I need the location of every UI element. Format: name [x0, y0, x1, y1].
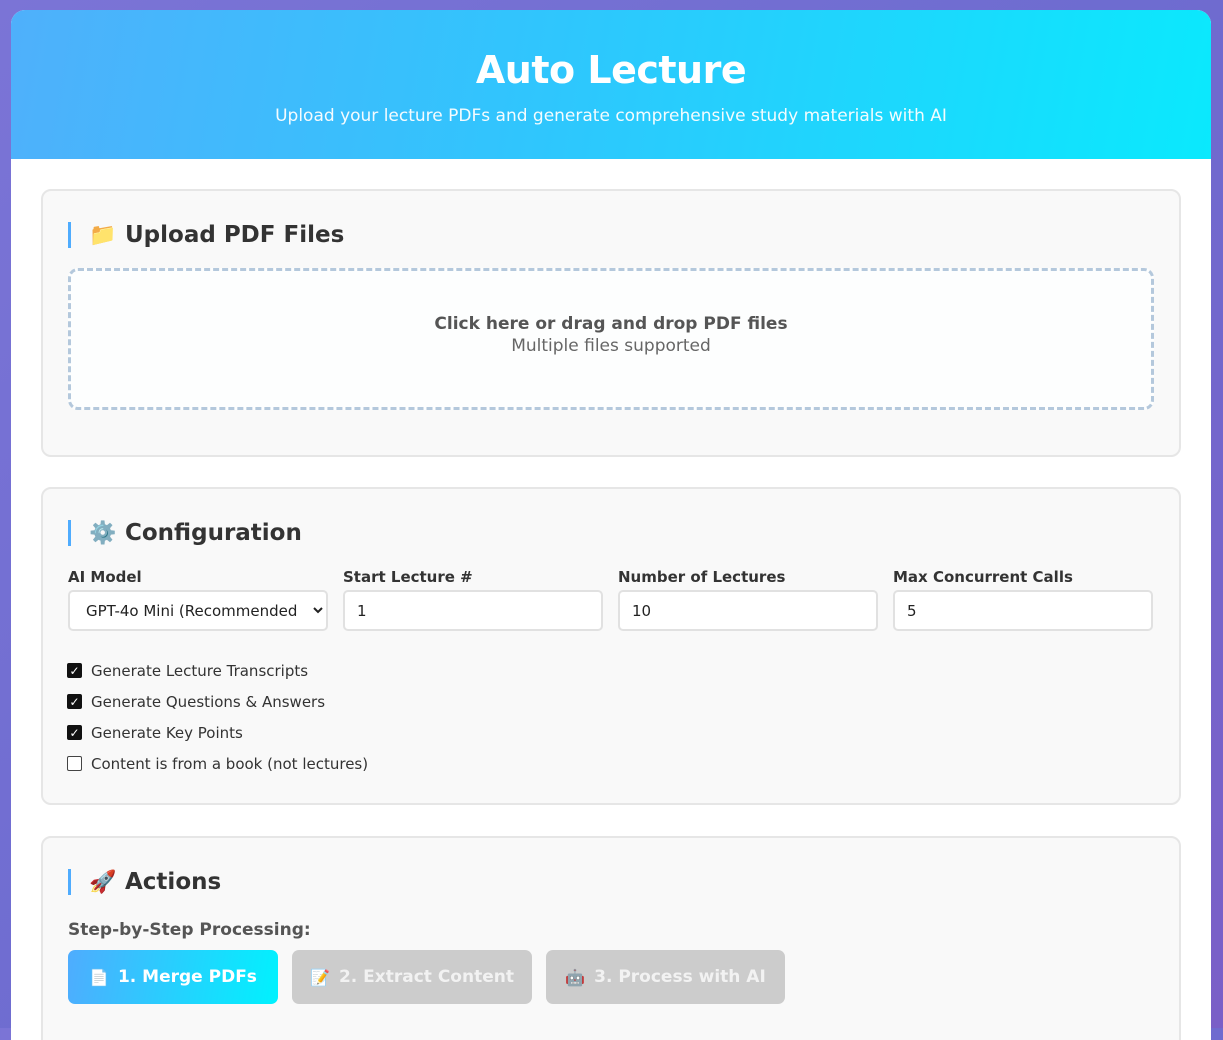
app-container: Auto Lecture Upload your lecture PDFs an…: [11, 10, 1211, 1040]
upload-section: 📁 Upload PDF Files Click here or drag an…: [41, 189, 1181, 457]
start-lecture-field: Start Lecture #: [343, 568, 603, 631]
configuration-section-title: ⚙️ Configuration: [68, 520, 302, 546]
checkbox-key-points-label: Generate Key Points: [91, 723, 243, 742]
num-lectures-input[interactable]: [618, 590, 878, 631]
max-calls-label: Max Concurrent Calls: [893, 568, 1073, 586]
configuration-heading: Configuration: [125, 520, 302, 546]
extract-content-button[interactable]: 📝 2. Extract Content: [292, 950, 532, 1004]
actions-section: 🚀 Actions Step-by-Step Processing: 📄 1. …: [41, 836, 1181, 1040]
checkbox-transcripts[interactable]: Generate Lecture Transcripts: [67, 655, 368, 686]
max-calls-field: Max Concurrent Calls: [893, 568, 1153, 631]
folder-icon: 📁: [89, 222, 117, 248]
ai-model-label: AI Model: [68, 568, 142, 586]
options-checklist: Generate Lecture Transcripts Generate Qu…: [67, 655, 368, 779]
document-icon: 📄: [89, 967, 109, 987]
page-header: Auto Lecture Upload your lecture PDFs an…: [11, 10, 1211, 159]
upload-heading: Upload PDF Files: [125, 222, 345, 248]
step-processing-label: Step-by-Step Processing:: [68, 920, 311, 940]
rocket-icon: 🚀: [89, 869, 117, 895]
page-title: Auto Lecture: [475, 48, 747, 92]
ai-model-field: AI Model GPT-4o Mini (Recommended): [68, 568, 328, 631]
checkbox-book-content-label: Content is from a book (not lectures): [91, 754, 369, 773]
configuration-section: ⚙️ Configuration AI Model GPT-4o Mini (R…: [41, 487, 1181, 805]
checkbox-key-points-box[interactable]: [67, 725, 82, 740]
checkbox-transcripts-label: Generate Lecture Transcripts: [91, 661, 309, 680]
pdf-dropzone[interactable]: Click here or drag and drop PDF files Mu…: [68, 268, 1154, 410]
process-ai-button[interactable]: 🤖 3. Process with AI: [546, 950, 785, 1004]
checkbox-questions-box[interactable]: [67, 694, 82, 709]
checkbox-questions-label: Generate Questions & Answers: [91, 692, 326, 711]
checkbox-book-content-box[interactable]: [67, 756, 82, 771]
checkbox-book-content[interactable]: Content is from a book (not lectures): [67, 748, 368, 779]
extract-content-label: 2. Extract Content: [338, 967, 514, 987]
max-calls-input[interactable]: [893, 590, 1153, 631]
merge-pdfs-button[interactable]: 📄 1. Merge PDFs: [68, 950, 278, 1004]
memo-icon: 📝: [310, 967, 330, 987]
gear-icon: ⚙️: [89, 520, 117, 546]
merge-pdfs-label: 1. Merge PDFs: [117, 967, 257, 987]
checkbox-key-points[interactable]: Generate Key Points: [67, 717, 368, 748]
actions-heading: Actions: [125, 869, 222, 895]
robot-icon: 🤖: [565, 967, 586, 987]
start-lecture-input[interactable]: [343, 590, 603, 631]
dropzone-secondary-text: Multiple files supported: [511, 336, 711, 356]
upload-section-title: 📁 Upload PDF Files: [68, 222, 344, 248]
num-lectures-field: Number of Lectures: [618, 568, 878, 631]
process-ai-label: 3. Process with AI: [594, 967, 766, 987]
actions-section-title: 🚀 Actions: [68, 869, 221, 895]
checkbox-questions[interactable]: Generate Questions & Answers: [67, 686, 368, 717]
checkbox-transcripts-box[interactable]: [67, 663, 82, 678]
page-subtitle: Upload your lecture PDFs and generate co…: [275, 106, 947, 126]
start-lecture-label: Start Lecture #: [343, 568, 473, 586]
dropzone-primary-text: Click here or drag and drop PDF files: [434, 314, 788, 334]
num-lectures-label: Number of Lectures: [618, 568, 786, 586]
ai-model-select[interactable]: GPT-4o Mini (Recommended): [68, 590, 328, 631]
